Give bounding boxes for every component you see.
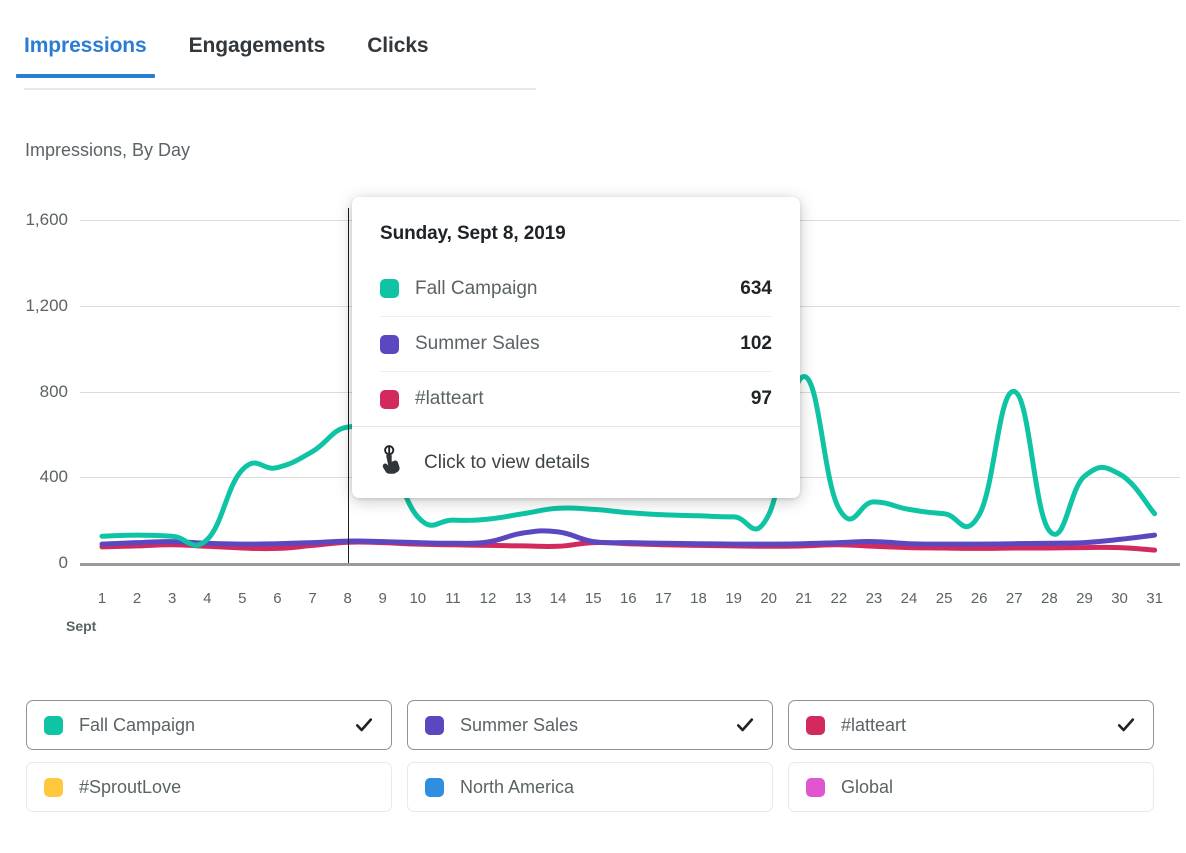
tooltip-series-rows: Fall Campaign634Summer Sales102#latteart… [352,261,800,426]
legend-swatch [425,778,444,797]
check-icon [354,715,374,735]
tab-clicks[interactable]: Clicks [367,34,428,76]
tooltip-view-details-action[interactable]: Click to view details [352,426,800,498]
x-tick-15: 15 [585,590,602,607]
x-tick-21: 21 [795,590,812,607]
x-tick-26: 26 [971,590,988,607]
x-tick-5: 5 [238,590,246,607]
x-tick-31: 31 [1146,590,1163,607]
y-tick-1600: 1,600 [25,210,68,230]
chart-title: Impressions, By Day [25,140,190,161]
x-tick-24: 24 [901,590,918,607]
x-tick-29: 29 [1076,590,1093,607]
y-axis-labels: 0 400 800 1,200 1,600 [0,190,80,590]
tooltip-row: #latteart97 [380,371,772,426]
x-tick-25: 25 [936,590,953,607]
legend-chip-latteart[interactable]: #latteart [788,700,1154,750]
y-tick-0: 0 [59,553,68,573]
legend-label: #latteart [841,715,1116,736]
series-legend: Fall Campaign Summer Sales #latteart #Sprou… [26,700,1166,812]
y-tick-800: 800 [40,382,68,402]
tooltip-series-name: #latteart [415,388,751,410]
x-tick-13: 13 [515,590,532,607]
x-tick-10: 10 [409,590,426,607]
y-tick-1200: 1,200 [25,296,68,316]
check-icon [735,715,755,735]
tooltip-series-swatch [380,335,399,354]
legend-chip-fall-campaign[interactable]: Fall Campaign [26,700,392,750]
x-tick-6: 6 [273,590,281,607]
check-icon [1116,715,1136,735]
tooltip-series-value: 97 [751,388,772,410]
x-tick-4: 4 [203,590,211,607]
legend-label: Summer Sales [460,715,735,736]
tooltip-series-swatch [380,279,399,298]
x-tick-11: 11 [445,590,461,607]
legend-label: #SproutLove [79,777,374,798]
legend-label: Global [841,777,1136,798]
x-tick-12: 12 [480,590,497,607]
tooltip-view-details-label: Click to view details [424,452,590,474]
hover-indicator-line [348,208,349,563]
legend-chip-north-america[interactable]: North America [407,762,773,812]
legend-label: North America [460,777,755,798]
legend-swatch [806,716,825,735]
tab-engagements[interactable]: Engagements [189,34,326,76]
legend-swatch [806,778,825,797]
x-tick-9: 9 [379,590,387,607]
legend-chip-global[interactable]: Global [788,762,1154,812]
line-series-summer-sales [102,531,1155,544]
tooltip-date: Sunday, Sept 8, 2019 [352,197,800,261]
tooltip-series-value: 102 [740,333,772,355]
tooltip-series-name: Fall Campaign [415,278,740,300]
hover-tooltip[interactable]: Sunday, Sept 8, 2019 Fall Campaign634Sum… [352,197,800,498]
x-axis-ticks: 1234567891011121314151617181920212223242… [80,590,1180,612]
impressions-chart-page: Impressions Engagements Clicks Impressio… [0,0,1186,853]
tooltip-series-value: 634 [740,278,772,300]
x-tick-27: 27 [1006,590,1023,607]
legend-chip-sproutlove[interactable]: #SproutLove [26,762,392,812]
x-tick-23: 23 [866,590,883,607]
tooltip-row: Summer Sales102 [380,316,772,371]
legend-swatch [425,716,444,735]
x-axis-unit-label: Sept [66,618,96,634]
tooltip-series-swatch [380,390,399,409]
x-tick-28: 28 [1041,590,1058,607]
x-tick-3: 3 [168,590,176,607]
click-hand-icon [380,445,406,480]
x-tick-30: 30 [1111,590,1128,607]
legend-swatch [44,778,63,797]
x-tick-17: 17 [655,590,672,607]
legend-swatch [44,716,63,735]
x-tick-1: 1 [98,590,106,607]
x-tick-20: 20 [760,590,777,607]
x-tick-18: 18 [690,590,707,607]
legend-chip-summer-sales[interactable]: Summer Sales [407,700,773,750]
x-tick-16: 16 [620,590,637,607]
tab-impressions[interactable]: Impressions [24,34,147,76]
x-tick-2: 2 [133,590,141,607]
x-tick-7: 7 [308,590,316,607]
legend-label: Fall Campaign [79,715,354,736]
tooltip-row: Fall Campaign634 [380,261,772,316]
x-tick-19: 19 [725,590,742,607]
x-tick-8: 8 [343,590,351,607]
y-tick-400: 400 [40,467,68,487]
x-tick-22: 22 [830,590,847,607]
x-tick-14: 14 [550,590,567,607]
metric-tabs: Impressions Engagements Clicks [24,34,536,90]
tooltip-series-name: Summer Sales [415,333,740,355]
